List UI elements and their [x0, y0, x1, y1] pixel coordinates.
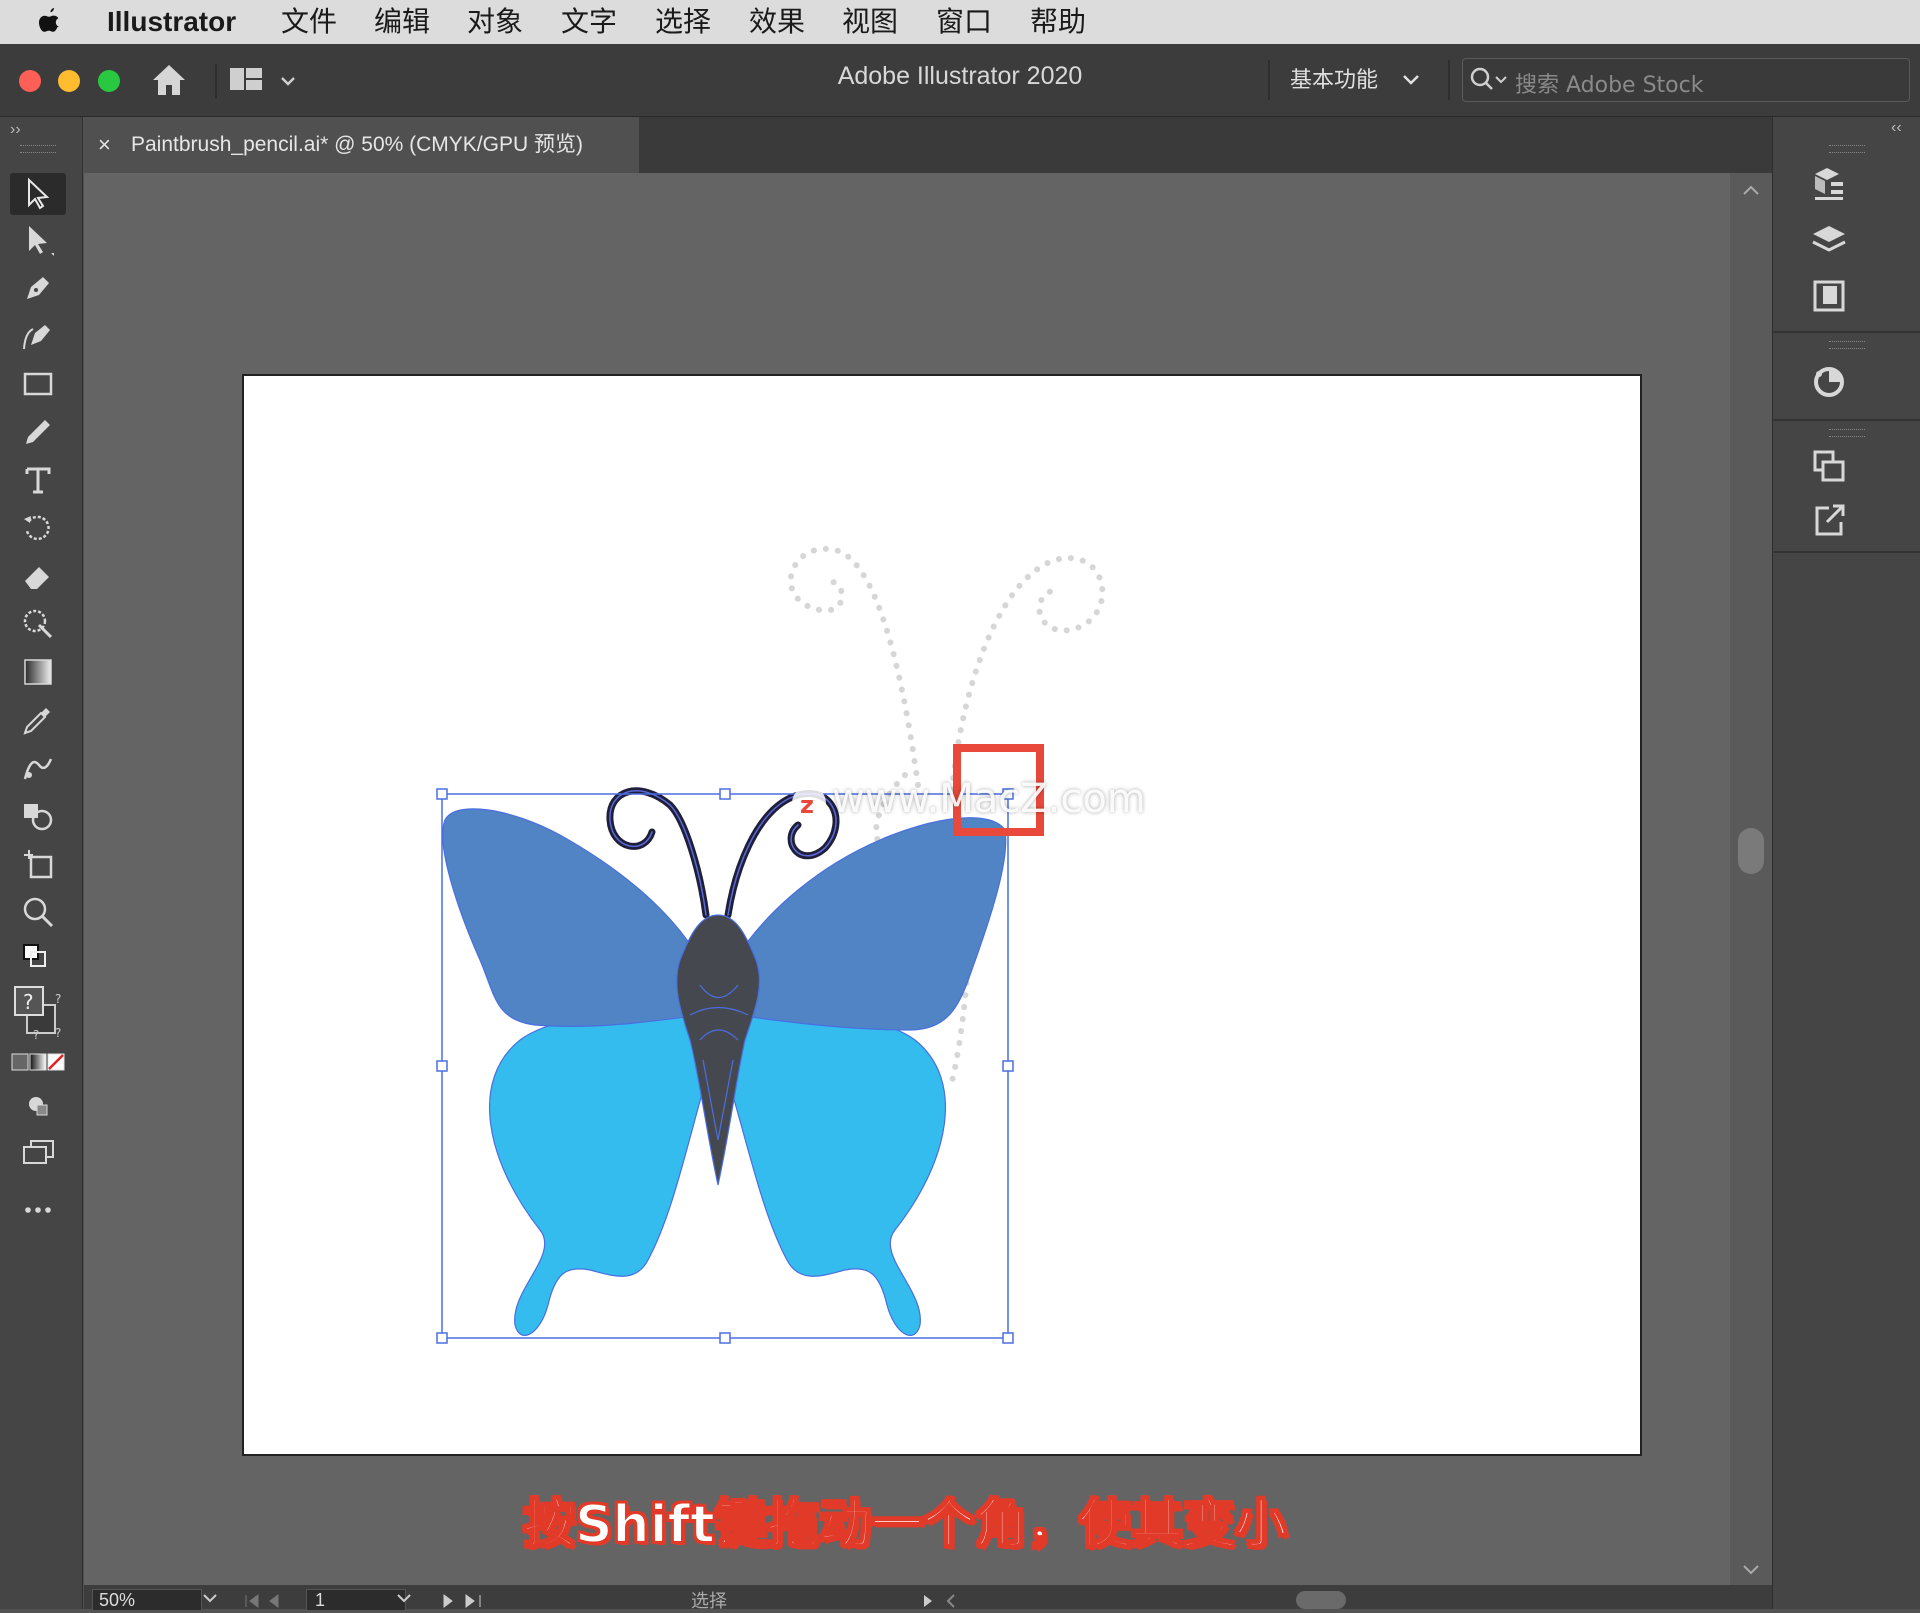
status-bar: 50% 1 选择 — [84, 1585, 1772, 1612]
collapse-dock-icon[interactable]: ‹‹ — [1891, 119, 1902, 137]
panel-grip[interactable] — [1829, 341, 1865, 349]
panel-grip[interactable] — [1829, 429, 1865, 437]
color-guide-icon[interactable] — [1801, 357, 1857, 407]
panel-dock: ‹‹ — [1772, 117, 1920, 1609]
layers-icon[interactable] — [1801, 215, 1857, 265]
panel-group-1 — [1773, 145, 1920, 333]
transform-icon[interactable] — [1801, 441, 1857, 491]
panel-group-2 — [1773, 333, 1920, 421]
panel-group-3 — [1773, 421, 1920, 553]
export-icon[interactable] — [1801, 495, 1857, 545]
horizontal-scroll-thumb[interactable] — [1296, 1591, 1346, 1609]
panel-grip[interactable] — [1829, 145, 1865, 153]
tool-status-label: 选择 — [691, 1591, 727, 1612]
watermark: www.MacZ.com — [832, 776, 1146, 822]
tutorial-caption: 按Shift键拖动一个角，使其变小 — [522, 1494, 1288, 1556]
svg-text:z: z — [800, 791, 814, 819]
status-menu-arrow-icon[interactable] — [920, 1593, 960, 1609]
libraries-icon[interactable] — [1801, 159, 1857, 209]
artboards-icon[interactable] — [1801, 271, 1857, 321]
